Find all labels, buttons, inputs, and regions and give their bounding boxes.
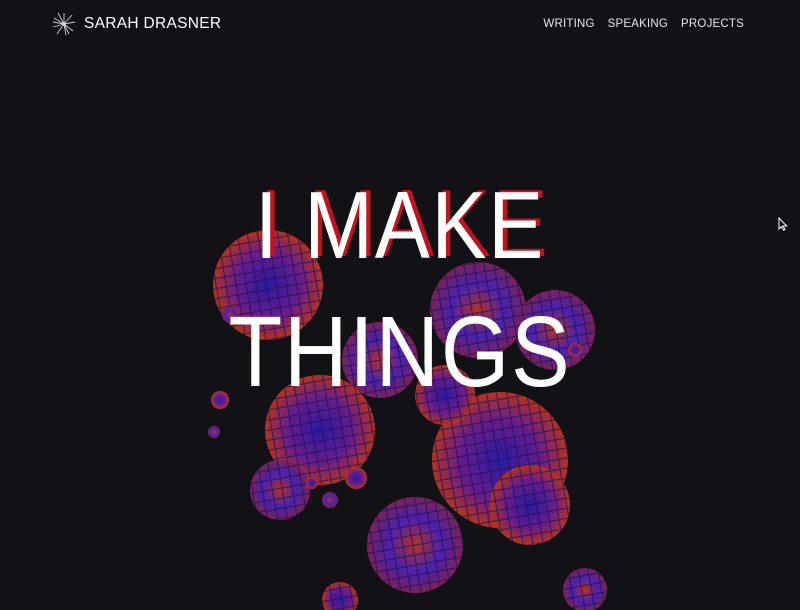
main-nav: WRITING SPEAKING PROJECTS (543, 18, 744, 30)
site-header: SARAH DRASNER WRITING SPEAKING PROJECTS (0, 0, 800, 50)
flower-bud (345, 467, 367, 489)
flower-scene (208, 230, 607, 610)
flower-bud (222, 307, 238, 323)
flower-bud (208, 426, 220, 438)
flower-bloom (515, 290, 595, 370)
flower-bud (211, 391, 229, 409)
brand-name: SARAH DRASNER (84, 15, 222, 32)
flower-bud (306, 477, 318, 489)
flower-bloom (250, 460, 310, 520)
flower-bloom (367, 497, 463, 593)
flower-bud (568, 343, 582, 357)
nav-link-speaking[interactable]: SPEAKING (608, 18, 668, 30)
flower-bloom (563, 568, 607, 610)
flower-bloom (342, 322, 418, 398)
flower-bloom (430, 262, 526, 358)
flower-bloom (415, 365, 475, 425)
nav-link-writing[interactable]: WRITING (543, 18, 594, 30)
flower-cluster (208, 230, 607, 610)
flower-bloom (490, 465, 570, 545)
dandelion-icon (52, 12, 76, 36)
brand-link[interactable]: SARAH DRASNER (52, 12, 221, 36)
nav-link-projects[interactable]: PROJECTS (681, 18, 744, 30)
flower-bud (322, 492, 338, 508)
flower-bloom (322, 582, 358, 610)
mouse-pointer-icon (778, 216, 788, 236)
flower-bloom (213, 230, 323, 340)
